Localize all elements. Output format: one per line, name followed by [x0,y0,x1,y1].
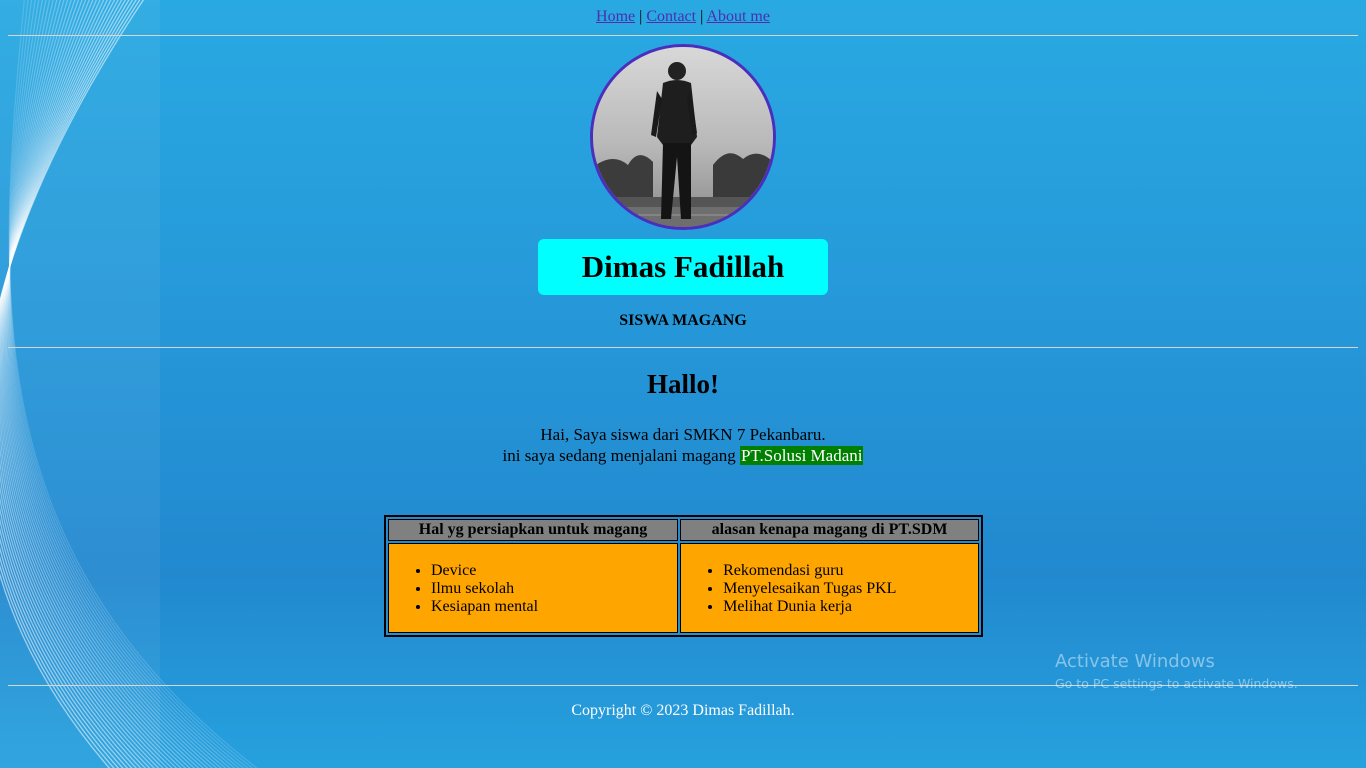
internship-table: Hal yg persiapkan untuk magang alasan ke… [384,515,983,637]
table-header: Hal yg persiapkan untuk magang [388,519,679,541]
greeting-heading: Hallo! [647,369,719,399]
list-item: Rekomendasi guru [723,562,978,580]
company-highlight: PT.Solusi Madani [739,446,864,465]
list-item: Kesiapan mental [431,598,677,616]
nav-separator: | [700,8,704,25]
intro-text: Hai, Saya siswa dari SMKN 7 Pekanbaru. i… [0,424,1366,466]
intro-line-2: ini saya sedang menjalani magang PT.Solu… [0,445,1366,466]
list-item: Device [431,562,677,580]
nav-about-link[interactable]: About me [706,8,770,25]
intro-line-2-text: ini saya sedang menjalani magang [502,446,740,465]
name-banner: Dimas Fadillah [538,239,828,295]
table-row: Device Ilmu sekolah Kesiapan mental Reko… [388,543,979,633]
list-item: Menyelesaikan Tugas PKL [723,580,978,598]
footer-copyright: Copyright © 2023 Dimas Fadillah. [571,702,795,719]
profile-role: SISWA MAGANG [619,312,747,329]
table-cell: Rekomendasi guru Menyelesaikan Tugas PKL… [680,543,979,633]
table-header-row: Hal yg persiapkan untuk magang alasan ke… [388,519,979,541]
person-photo-icon [593,47,773,227]
list-item: Melihat Dunia kerja [723,598,978,616]
divider [8,35,1358,36]
nav-separator: | [639,8,643,25]
avatar [590,44,776,230]
top-nav: Home | Contact | About me [0,8,1366,26]
table-header: alasan kenapa magang di PT.SDM [680,519,979,541]
table-cell: Device Ilmu sekolah Kesiapan mental [388,543,679,633]
preparation-list: Device Ilmu sekolah Kesiapan mental [389,562,677,616]
profile-name: Dimas Fadillah [581,249,785,284]
nav-home-link[interactable]: Home [596,8,635,25]
watermark-subtitle: Go to PC settings to activate Windows. [1055,676,1298,691]
reasons-list: Rekomendasi guru Menyelesaikan Tugas PKL… [681,562,978,616]
divider [8,347,1358,348]
activate-windows-watermark: Activate Windows Go to PC settings to ac… [1055,651,1298,691]
list-item: Ilmu sekolah [431,580,677,598]
watermark-title: Activate Windows [1055,651,1215,672]
intro-line-1: Hai, Saya siswa dari SMKN 7 Pekanbaru. [540,425,826,444]
nav-contact-link[interactable]: Contact [646,8,696,25]
